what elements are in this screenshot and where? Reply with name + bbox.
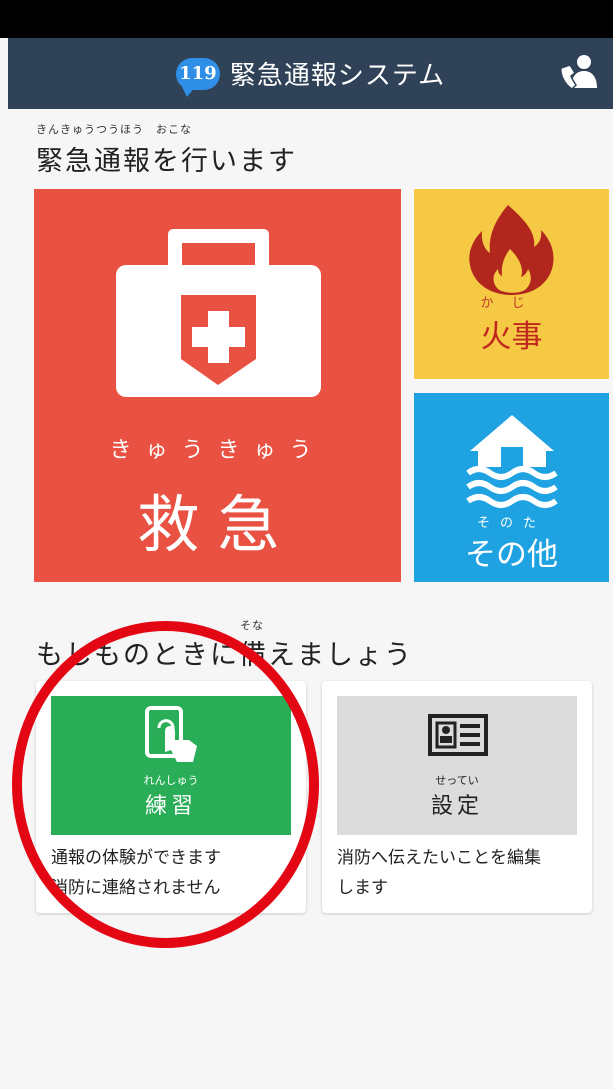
settings-description: 消防へ伝えたいことを編集 します — [337, 843, 582, 903]
first-aid-kit-icon — [116, 229, 321, 397]
fire-button[interactable]: かじ 火事 — [414, 189, 609, 379]
fire-icon — [469, 205, 554, 295]
kyukyu-label: 救急 — [137, 488, 298, 561]
kyukyu-button[interactable]: きゅうきゅう 救急 — [34, 189, 401, 582]
119-badge-icon: 119 — [175, 57, 220, 97]
kyukyu-ruby: きゅうきゅう — [109, 438, 326, 463]
person-phone-icon[interactable] — [557, 52, 599, 94]
settings-desc-line1: 消防へ伝えたいことを編集 — [337, 848, 541, 868]
highlight-circle — [12, 621, 319, 948]
settings-label: 設定 — [430, 794, 483, 819]
app-bar: 119 緊急通報システム — [8, 38, 613, 109]
settings-ruby: せってい — [435, 774, 479, 787]
app-title: 緊急通報システム — [229, 61, 446, 91]
status-bar — [0, 0, 613, 38]
settings-desc-line2: します — [337, 878, 388, 898]
section1-ruby: きんきゅうつうほう おこな — [36, 123, 192, 136]
fire-label: 火事 — [480, 319, 543, 355]
badge-text: 119 — [179, 63, 217, 84]
settings-card[interactable]: せってい 設定 消防へ伝えたいことを編集 します — [322, 681, 592, 913]
other-label: その他 — [465, 537, 558, 573]
app-title-group: 119 緊急通報システム — [8, 38, 613, 109]
main-content: きんきゅうつうほう おこな 緊急通報を行います きゅうきゅう 救急 かじ 火事 — [8, 109, 613, 1089]
section2-ruby: そな — [240, 619, 264, 632]
flood-house-icon — [466, 415, 558, 508]
settings-button[interactable]: せってい 設定 — [337, 696, 577, 835]
fire-ruby: かじ — [480, 296, 543, 311]
section1-heading: 緊急通報を行います — [36, 146, 297, 177]
profile-card-icon — [428, 714, 488, 756]
other-button[interactable]: そのた その他 — [414, 393, 609, 582]
